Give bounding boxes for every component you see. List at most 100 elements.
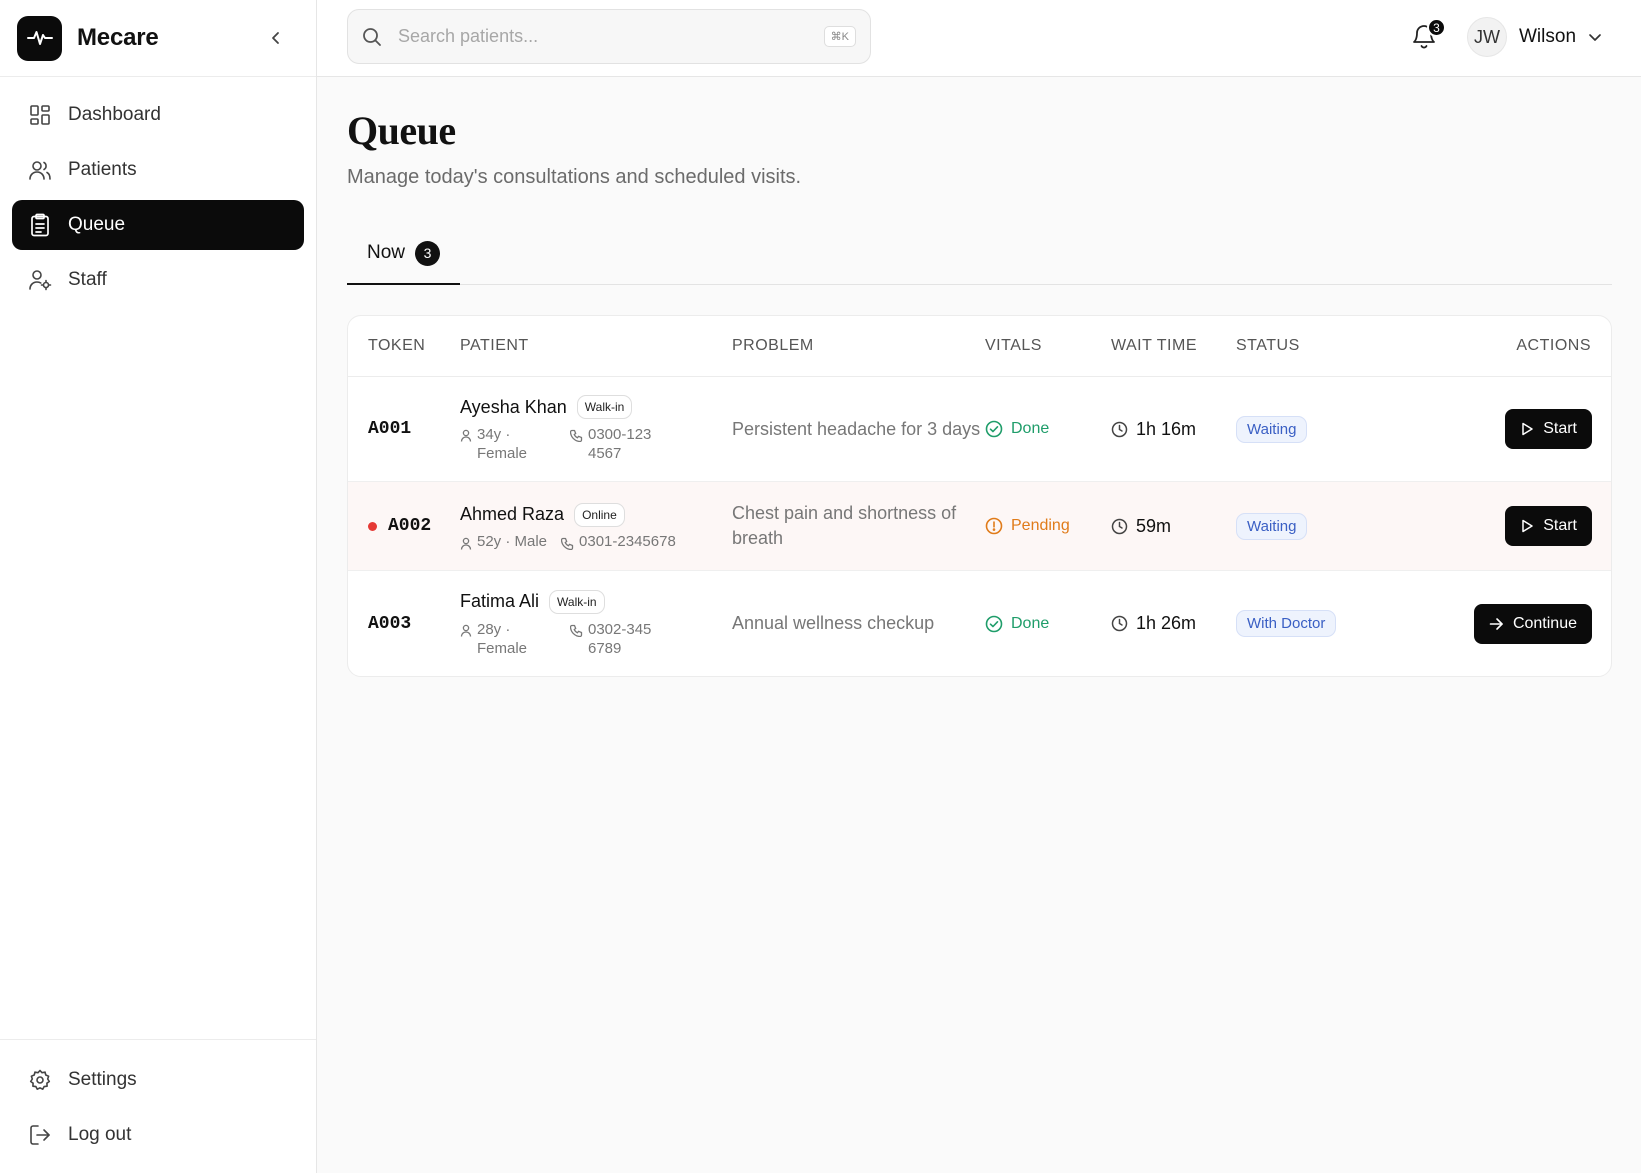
vitals-status: Done xyxy=(985,420,1111,438)
user-menu[interactable]: JW Wilson xyxy=(1467,17,1602,57)
search-shortcut: ⌘K xyxy=(823,26,856,47)
start-button[interactable]: Start xyxy=(1505,409,1592,449)
arrow-right-icon xyxy=(1489,617,1503,630)
sidebar-item-settings[interactable]: Settings xyxy=(12,1055,304,1105)
patient-phone: 0300-1234567 xyxy=(570,425,654,463)
column-header-token: TOKEN xyxy=(368,337,426,354)
column-header-problem: PROBLEM xyxy=(732,337,814,354)
urgent-indicator xyxy=(368,521,377,531)
users-icon xyxy=(28,158,52,182)
clock-icon xyxy=(1111,518,1128,534)
patient-name: Fatima Ali xyxy=(460,591,540,611)
patient-phone: 0302-3456789 xyxy=(570,620,654,658)
app-name: Mecare xyxy=(77,24,159,51)
sidebar-item-logout[interactable]: Log out xyxy=(12,1110,304,1160)
collapse-sidebar-button[interactable] xyxy=(261,23,291,53)
check-circle-icon xyxy=(985,615,1003,632)
visit-type-badge: Online xyxy=(574,502,625,527)
main-content: Queue Manage today's consultations and s… xyxy=(347,77,1612,677)
person-icon xyxy=(460,537,472,550)
play-icon xyxy=(1522,519,1533,533)
search-icon xyxy=(362,26,384,48)
status-badge: With Doctor xyxy=(1236,610,1337,637)
chevron-left-icon xyxy=(272,32,279,44)
column-header-vitals: VITALS xyxy=(985,337,1042,354)
sidebar-item-patients[interactable]: Patients xyxy=(12,145,304,195)
clock-icon xyxy=(1111,615,1128,632)
user-name: Wilson xyxy=(1519,26,1577,47)
phone-icon xyxy=(561,537,574,550)
token: A001 xyxy=(368,419,412,439)
alert-circle-icon xyxy=(985,517,1003,535)
visit-type-badge: Walk-in xyxy=(549,589,605,614)
table-row[interactable]: A001 Ayesha Khan Walk-in 34y · Female 03… xyxy=(348,377,1611,482)
search-box[interactable]: ⌘K xyxy=(347,9,871,64)
chevron-down-icon xyxy=(1588,30,1602,44)
vitals-status: Done xyxy=(985,615,1111,633)
patient-demographics: 34y · Female xyxy=(460,425,570,463)
problem-text: Chest pain and shortness of breath xyxy=(732,503,957,548)
tab-now[interactable]: Now 3 xyxy=(347,223,460,285)
sidebar-item-label: Settings xyxy=(68,1069,137,1090)
queue-tabs: Now 3 xyxy=(347,223,1612,285)
phone-icon xyxy=(570,624,583,637)
notification-count-badge: 3 xyxy=(1427,18,1446,37)
search-input[interactable] xyxy=(398,26,824,47)
sidebar-nav: Dashboard Patients Queue Staff xyxy=(0,77,316,305)
sidebar-item-label: Log out xyxy=(68,1124,132,1145)
status-badge: Waiting xyxy=(1236,415,1308,443)
column-header-actions: ACTIONS xyxy=(1516,337,1591,354)
top-header: ⌘K 3 JW Wilson xyxy=(317,0,1641,77)
patient-demographics: 28y · Female xyxy=(460,620,570,658)
token: A003 xyxy=(368,613,412,634)
avatar: JW xyxy=(1467,17,1507,57)
tab-count-badge: 3 xyxy=(415,240,441,266)
column-header-patient: PATIENT xyxy=(460,337,529,354)
person-icon xyxy=(460,624,472,637)
clipboard-icon xyxy=(28,213,52,237)
wait-time: 1h 16m xyxy=(1111,419,1236,440)
logout-icon xyxy=(28,1123,52,1147)
table-row[interactable]: A003 Fatima Ali Walk-in 28y · Female 030… xyxy=(348,571,1611,676)
person-icon xyxy=(460,429,472,442)
brand: Mecare xyxy=(0,0,316,77)
sidebar-item-label: Staff xyxy=(68,269,107,290)
status-badge: Waiting xyxy=(1236,512,1308,540)
continue-button[interactable]: Continue xyxy=(1473,603,1592,644)
problem-text: Persistent headache for 3 days xyxy=(732,418,981,439)
patient-demographics: 52y · Male xyxy=(460,533,547,550)
tab-label: Now xyxy=(367,242,406,263)
sidebar-item-dashboard[interactable]: Dashboard xyxy=(12,90,304,140)
patient-phone: 0301-2345678 xyxy=(561,533,676,550)
wait-time: 1h 26m xyxy=(1111,613,1236,634)
sidebar: Mecare Dashboard Patients Queue Staff Se… xyxy=(0,0,317,1173)
patient-name: Ahmed Raza xyxy=(460,504,565,524)
sidebar-item-label: Patients xyxy=(68,159,137,180)
column-header-status: STATUS xyxy=(1236,337,1300,354)
page-title: Queue xyxy=(347,108,456,153)
sidebar-item-staff[interactable]: Staff xyxy=(12,255,304,305)
vitals-status: Pending xyxy=(985,517,1111,535)
sidebar-item-queue[interactable]: Queue xyxy=(12,200,304,250)
gear-icon xyxy=(28,1068,52,1092)
patient-name: Ayesha Khan xyxy=(460,396,567,417)
table-header: TOKEN PATIENT PROBLEM VITALS WAIT TIME S… xyxy=(348,316,1611,377)
table-row[interactable]: A002 Ahmed Raza Online 52y · Male 0301-2… xyxy=(348,482,1611,571)
check-circle-icon xyxy=(985,420,1003,438)
heartbeat-logo-icon[interactable] xyxy=(17,15,62,61)
clock-icon xyxy=(1111,421,1128,437)
phone-icon xyxy=(570,429,583,442)
visit-type-badge: Walk-in xyxy=(576,395,633,419)
user-cog-icon xyxy=(28,268,52,292)
problem-text: Annual wellness checkup xyxy=(732,613,935,633)
sidebar-item-label: Dashboard xyxy=(68,104,161,125)
wait-time: 59m xyxy=(1111,516,1236,537)
notifications-button[interactable]: 3 xyxy=(1411,18,1446,54)
sidebar-item-label: Queue xyxy=(68,214,126,235)
page-subtitle: Manage today's consultations and schedul… xyxy=(347,166,802,188)
token: A002 xyxy=(368,516,460,536)
start-button[interactable]: Start xyxy=(1505,506,1592,546)
play-icon xyxy=(1522,422,1533,436)
dashboard-icon xyxy=(28,103,52,127)
queue-table: TOKEN PATIENT PROBLEM VITALS WAIT TIME S… xyxy=(347,315,1612,677)
